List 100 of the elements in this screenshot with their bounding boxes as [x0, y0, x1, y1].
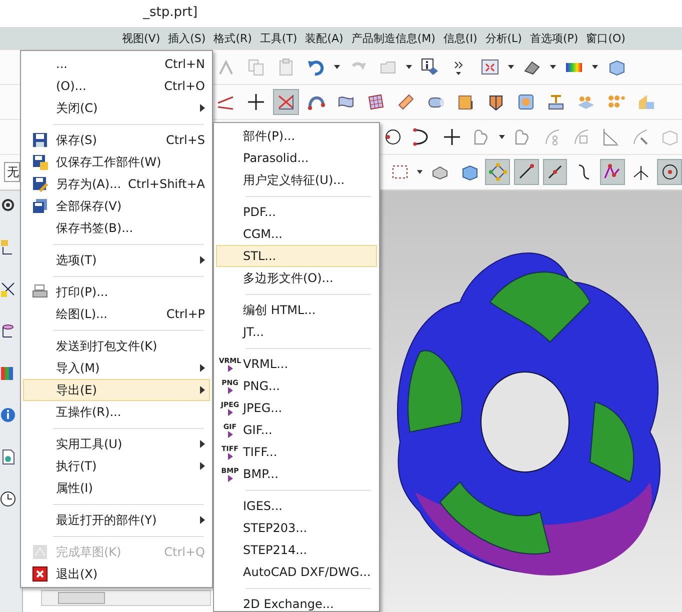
caret-icon[interactable] [507, 63, 515, 71]
fit-view-icon [481, 58, 499, 76]
triangle-icon [226, 408, 234, 416]
menu-item[interactable]: 视图(V) [118, 29, 164, 48]
clock-icon[interactable] [0, 491, 16, 507]
triangle-icon [226, 430, 234, 438]
menu-item[interactable]: 首选项(P) [526, 29, 582, 48]
menu-item[interactable]: AutoCAD DXF/DWG... [216, 561, 377, 583]
filter-combo[interactable]: 无 [4, 162, 20, 182]
printer-icon [32, 284, 48, 300]
triangle-icon [226, 364, 234, 372]
menu-item[interactable]: 用户定义特征(U)... [216, 169, 377, 191]
caret-icon[interactable] [416, 168, 424, 176]
submenu-arrow-icon [200, 104, 205, 112]
menu-item[interactable]: 选项(T) [23, 249, 210, 271]
menu-item[interactable]: IGES... [216, 495, 377, 517]
menu-item[interactable]: (O)... Ctrl+O [23, 75, 210, 97]
menu-item[interactable]: STL... [216, 245, 377, 267]
menu-item[interactable]: 打印(P)... [23, 281, 210, 303]
menu-item[interactable]: 保存书签(B)... [23, 217, 210, 239]
cube-icon [460, 163, 478, 181]
document-icon[interactable] [0, 449, 16, 465]
menu-item[interactable]: ... Ctrl+N [23, 53, 210, 75]
block-icon [637, 93, 655, 111]
menu-item[interactable]: 窗口(O) [582, 29, 630, 48]
undo-icon [307, 58, 325, 76]
menu-item[interactable]: 导入(M) [23, 357, 210, 379]
menu-item[interactable]: 保存(S) Ctrl+S [23, 129, 210, 151]
info-icon[interactable] [0, 407, 16, 423]
menu-item[interactable]: 发送到打包文件(K) [23, 335, 210, 357]
caret-icon[interactable] [549, 63, 557, 71]
gear-icon[interactable] [0, 197, 16, 213]
menu-item[interactable]: 实用工具(U) [23, 433, 210, 455]
books-icon[interactable] [0, 365, 16, 381]
floppy-stack-icon [32, 198, 48, 214]
toolbar-button[interactable] [542, 159, 568, 185]
menu-item[interactable]: 信息(I) [439, 29, 482, 48]
menu-item[interactable]: 编创 HTML... [216, 299, 377, 321]
menu-item[interactable]: 最近打开的部件(Y) [23, 509, 210, 531]
menu-item[interactable]: CGM... [216, 223, 377, 245]
part-navigator-icon[interactable] [0, 323, 16, 339]
menu-item[interactable]: 另存为(A)... Ctrl+Shift+A [23, 173, 210, 195]
constraint-icon[interactable] [0, 281, 16, 297]
submenu-arrow-icon [200, 364, 205, 372]
toolbar-button[interactable] [657, 159, 682, 185]
copy-icon [247, 58, 265, 76]
rectangle-select-icon [391, 163, 410, 181]
menu-item[interactable]: 部件(P)... [216, 125, 377, 147]
crosshair-icon [442, 128, 461, 146]
menu-item[interactable]: JT... [216, 321, 377, 343]
menu-item[interactable]: 多边形文件(O)... [216, 267, 377, 289]
menu-item[interactable]: 装配(A) [301, 29, 348, 48]
menu-item[interactable]: PDF... [216, 201, 377, 223]
curve-icon [542, 128, 561, 146]
paste-icon [277, 58, 295, 76]
menu-item[interactable]: 属性(I) [23, 477, 210, 499]
shell-icon [487, 93, 505, 111]
floppy-icon [32, 154, 48, 170]
menu-item[interactable]: 仅保存工作部件(W) [23, 151, 210, 173]
floppy-icon [32, 132, 48, 148]
caret-icon[interactable] [333, 63, 341, 71]
menu-item[interactable]: 插入(S) [164, 29, 210, 48]
menu-item[interactable]: 绘图(L)... Ctrl+P [23, 303, 210, 325]
ribbon-icon [397, 93, 415, 111]
crosshair-icon [247, 93, 265, 111]
menu-item[interactable]: 导出(E) [23, 379, 210, 401]
polyline-icon [603, 163, 622, 181]
cross-axis-icon [277, 93, 295, 111]
circle-center-icon [660, 163, 679, 181]
caret-icon[interactable] [405, 63, 413, 71]
caret-icon[interactable] [498, 133, 506, 141]
menu-item[interactable]: 关闭(C) [23, 97, 210, 119]
menu-item[interactable]: STEP203... [216, 517, 377, 539]
menu-item[interactable]: Parasolid... [216, 147, 377, 169]
info-icon [421, 58, 439, 76]
cube-icon [607, 58, 625, 76]
menu-item[interactable]: 2D Exchange... [216, 593, 377, 612]
menu-item[interactable]: 互操作(R)... [23, 401, 210, 423]
menu-item[interactable]: 退出(X) [23, 563, 210, 585]
menu-item[interactable]: 工具(T) [256, 29, 302, 48]
menu-item[interactable]: 全部保存(V) [23, 195, 210, 217]
menu-item[interactable]: 产品制造信息(M) [347, 29, 440, 48]
trim-icon [601, 128, 620, 146]
menu-item[interactable]: 格式(R) [210, 29, 256, 48]
outline-icon [513, 128, 532, 146]
menu-item[interactable]: STEP214... [216, 539, 377, 561]
triangle-icon [226, 386, 234, 394]
triangle-icon [226, 474, 234, 482]
curve-icon [572, 128, 590, 146]
menu-item[interactable]: 执行(T) [23, 455, 210, 477]
line-end-icon [517, 163, 536, 181]
submenu-arrow-icon [200, 256, 205, 264]
caret-icon[interactable] [591, 63, 599, 71]
extrude-icon [547, 93, 565, 111]
horizontal-scrollbar[interactable] [41, 590, 211, 606]
line-midpoint-icon [546, 163, 564, 181]
menu-item[interactable]: 分析(L) [481, 29, 526, 48]
toolbar-button[interactable] [514, 159, 539, 185]
fork-icon [632, 163, 650, 181]
submenu-arrow-icon [200, 516, 205, 524]
